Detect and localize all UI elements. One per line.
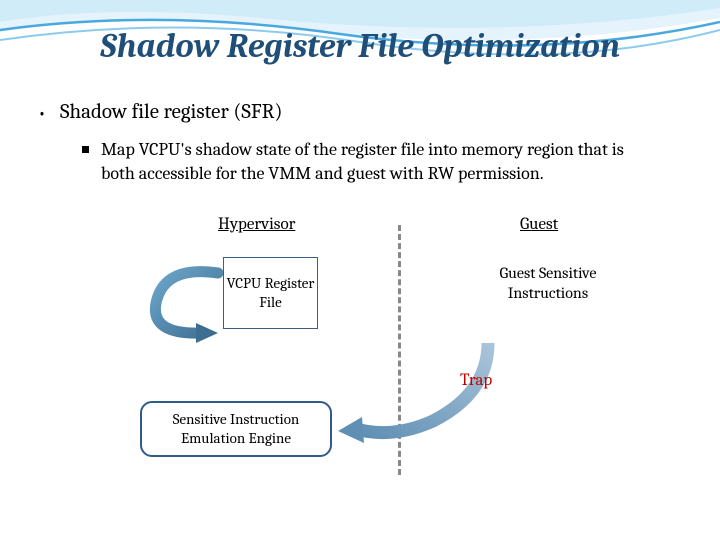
- bullet-dot-icon: •: [38, 100, 46, 128]
- bullet-level-2: Map VCPU's shadow state of the register …: [82, 138, 682, 187]
- hypervisor-column-label: Hypervisor: [218, 215, 295, 234]
- guest-column-label: Guest: [520, 215, 558, 234]
- sub-bullet-text: Map VCPU's shadow state of the register …: [101, 138, 661, 187]
- bullet-1-text: Shadow file register (SFR): [60, 100, 283, 124]
- architecture-diagram: Hypervisor Guest VCPU Register File Gues…: [38, 215, 682, 515]
- trap-arrow-icon: [338, 343, 498, 443]
- square-bullet-icon: [82, 146, 89, 153]
- trap-label: Trap: [460, 371, 492, 390]
- vcpu-register-file-box: VCPU Register File: [223, 257, 318, 329]
- bullet-level-1: • Shadow file register (SFR): [38, 100, 682, 128]
- page-title: Shadow Register File Optimization: [0, 0, 720, 66]
- guest-sensitive-instructions-label: Guest Sensitive Instructions: [483, 263, 613, 305]
- content-area: • Shadow file register (SFR) Map VCPU's …: [0, 66, 720, 515]
- emulation-engine-box: Sensitive Instruction Emulation Engine: [140, 401, 332, 457]
